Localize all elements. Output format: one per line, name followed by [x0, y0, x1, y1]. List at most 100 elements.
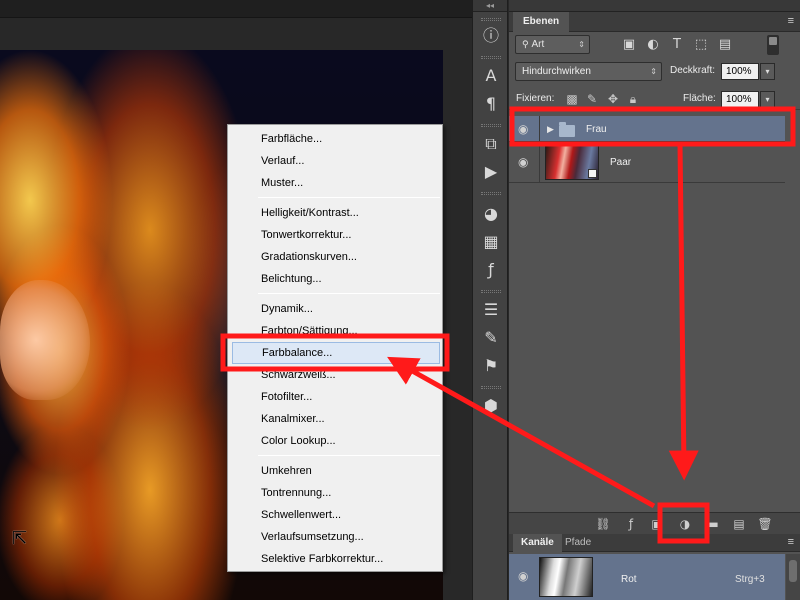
lock-position-move-icon[interactable]: ✥: [606, 92, 620, 106]
blend-row: Hindurchwirken ⇕ Deckkraft: 100% ▾: [509, 60, 800, 84]
double-chevron-icon[interactable]: ◂◂: [473, 0, 507, 12]
layers-footer-toolbar: ⛓ ƒ ▣ ◑ ▬ ▤ 🗑︎: [509, 512, 800, 534]
adjustment-layer-icon[interactable]: ◑: [677, 516, 693, 532]
blend-mode-value: Hindurchwirken: [522, 66, 591, 77]
image-hand: [0, 280, 90, 400]
styles-fx-icon[interactable]: ƒ: [478, 258, 504, 282]
menu-item-farbbalance[interactable]: Farbbalance...: [232, 342, 440, 364]
menu-item-belichtung[interactable]: Belichtung...: [232, 268, 440, 290]
channel-row-rot[interactable]: ◉ Rot Strg+3: [509, 554, 785, 600]
mask-icon[interactable]: ▣: [649, 516, 665, 532]
menu-item-dynamik[interactable]: Dynamik...: [232, 298, 440, 320]
3d-cube-icon[interactable]: ⬢: [478, 394, 504, 418]
lock-transparency-icon[interactable]: ▩: [565, 92, 579, 106]
menu-item-schwellenwert[interactable]: Schwellenwert...: [232, 504, 440, 526]
menu-item-tonwertkorrektur[interactable]: Tonwertkorrektur...: [232, 224, 440, 246]
grip-icon[interactable]: [481, 124, 501, 127]
menu-item-kanalmixer[interactable]: Kanalmixer...: [232, 408, 440, 430]
info-icon[interactable]: ⓘ: [478, 24, 504, 48]
lock-row: Fixieren: ▩ ✎ ✥ 🔒︎ Fläche: 100% ▾: [509, 88, 800, 110]
opacity-label: Deckkraft:: [670, 65, 716, 76]
channels-panel: Kanäle Pfade ≡ ◉ Rot Strg+3: [509, 534, 800, 600]
actions-play-icon[interactable]: ▶: [478, 160, 504, 184]
channels-tab-bar: Kanäle Pfade ≡: [509, 534, 800, 552]
fill-field[interactable]: 100%: [721, 91, 759, 108]
lock-all-icon[interactable]: 🔒︎: [626, 92, 640, 106]
menu-item-farbflaeche[interactable]: Farbfläche...: [232, 128, 440, 150]
blend-mode-select[interactable]: Hindurchwirken ⇕: [515, 62, 662, 81]
link-icon[interactable]: ⛓: [595, 516, 611, 532]
filter-kind-select[interactable]: ⚲ Art ⇕: [515, 35, 590, 54]
pixel-filter-icon[interactable]: ▣: [621, 37, 637, 53]
panel-menu-icon[interactable]: ≡: [788, 15, 794, 27]
adjustment-filter-icon[interactable]: ◐: [645, 37, 661, 53]
eye-icon[interactable]: ◉: [518, 569, 528, 583]
menu-item-umkehren[interactable]: Umkehren: [232, 460, 440, 482]
fx-icon[interactable]: ƒ: [623, 516, 639, 532]
layer-name: Paar: [610, 157, 632, 168]
filter-kind-value: Art: [531, 39, 545, 50]
fill-dropdown-button[interactable]: ▾: [760, 91, 775, 108]
menu-item-muster[interactable]: Muster...: [232, 172, 440, 194]
panel-collapse-bar[interactable]: [509, 0, 800, 12]
photoshop-window: ⇱ Farbfläche... Verlauf... Muster... Hel…: [0, 0, 800, 600]
menu-item-schwarzweiss[interactable]: Schwarzweiß...: [232, 364, 440, 386]
swatches-icon[interactable]: ▦: [478, 230, 504, 254]
smart-object-filter-icon[interactable]: ▤: [717, 37, 733, 53]
layer-name: Frau: [586, 124, 607, 135]
layers-list: ◉ ▶ Frau ◉ Paar: [509, 112, 800, 512]
chevron-updown-icon: ⇕: [650, 67, 657, 76]
tab-pfade[interactable]: Pfade: [557, 534, 599, 552]
tab-kanaele[interactable]: Kanäle: [513, 534, 562, 552]
menu-item-gradationskurven[interactable]: Gradationskurven...: [232, 246, 440, 268]
panel-menu-icon[interactable]: ≡: [788, 536, 794, 548]
adjustment-layer-menu: Farbfläche... Verlauf... Muster... Helli…: [227, 124, 443, 572]
color-palette-icon[interactable]: ◕: [478, 202, 504, 226]
opacity-dropdown-button[interactable]: ▾: [760, 63, 775, 80]
expand-triangle-icon[interactable]: ▶: [547, 124, 554, 135]
new-group-folder-icon[interactable]: ▬: [705, 516, 721, 532]
grip-icon[interactable]: [481, 56, 501, 59]
menu-item-tontrennung[interactable]: Tontrennung...: [232, 482, 440, 504]
menu-item-selektive-farbkorrektur[interactable]: Selektive Farbkorrektur...: [232, 548, 440, 570]
trash-icon[interactable]: 🗑︎: [757, 516, 773, 532]
shape-filter-icon[interactable]: ⬚: [693, 37, 709, 53]
divider: [539, 116, 540, 141]
move-cursor-icon: ⇱: [12, 528, 28, 549]
layer-row-frau[interactable]: ◉ ▶ Frau: [509, 116, 785, 142]
menu-item-farbton-saettigung[interactable]: Farbton/Sättigung...: [232, 320, 440, 342]
history-icon[interactable]: ⧉: [478, 132, 504, 156]
eye-icon[interactable]: ◉: [518, 122, 528, 136]
new-layer-icon[interactable]: ▤: [731, 516, 747, 532]
channel-thumbnail: [539, 557, 593, 597]
channels-scrollbar[interactable]: [786, 554, 800, 600]
eye-icon[interactable]: ◉: [518, 155, 528, 169]
character-icon[interactable]: A: [478, 64, 504, 88]
grip-icon[interactable]: [481, 386, 501, 389]
layer-filter-row: ⚲ Art ⇕ ▣ ◐ T ⬚ ▤: [509, 32, 800, 58]
tab-ebenen[interactable]: Ebenen: [513, 12, 570, 32]
type-filter-icon[interactable]: T: [669, 37, 685, 53]
menu-item-color-lookup[interactable]: Color Lookup...: [232, 430, 440, 452]
lock-paint-brush-icon[interactable]: ✎: [585, 92, 599, 106]
menu-item-verlauf[interactable]: Verlauf...: [232, 150, 440, 172]
grip-icon[interactable]: [481, 192, 501, 195]
grip-icon[interactable]: [481, 290, 501, 293]
document-tab-strip: [0, 0, 472, 18]
menu-item-helligkeit-kontrast[interactable]: Helligkeit/Kontrast...: [232, 202, 440, 224]
smart-object-badge-icon: [588, 169, 597, 178]
scrollbar-thumb[interactable]: [789, 560, 797, 582]
menu-item-verlaufsumsetzung[interactable]: Verlaufsumsetzung...: [232, 526, 440, 548]
channel-shortcut: Strg+3: [735, 574, 765, 585]
adjustments-sliders-icon[interactable]: ☰: [478, 298, 504, 322]
opacity-field[interactable]: 100%: [721, 63, 759, 80]
chevron-updown-icon: ⇕: [578, 40, 585, 49]
grip-icon[interactable]: [481, 18, 501, 21]
paragraph-icon[interactable]: ¶: [478, 92, 504, 116]
tool-presets-icon[interactable]: ⚑: [478, 354, 504, 378]
layer-row-paar[interactable]: ◉ Paar: [509, 142, 785, 183]
menu-item-fotofilter[interactable]: Fotofilter...: [232, 386, 440, 408]
divider: [539, 142, 540, 182]
filter-toggle-switch[interactable]: [767, 35, 779, 55]
brush-presets-icon[interactable]: ✎: [478, 326, 504, 350]
